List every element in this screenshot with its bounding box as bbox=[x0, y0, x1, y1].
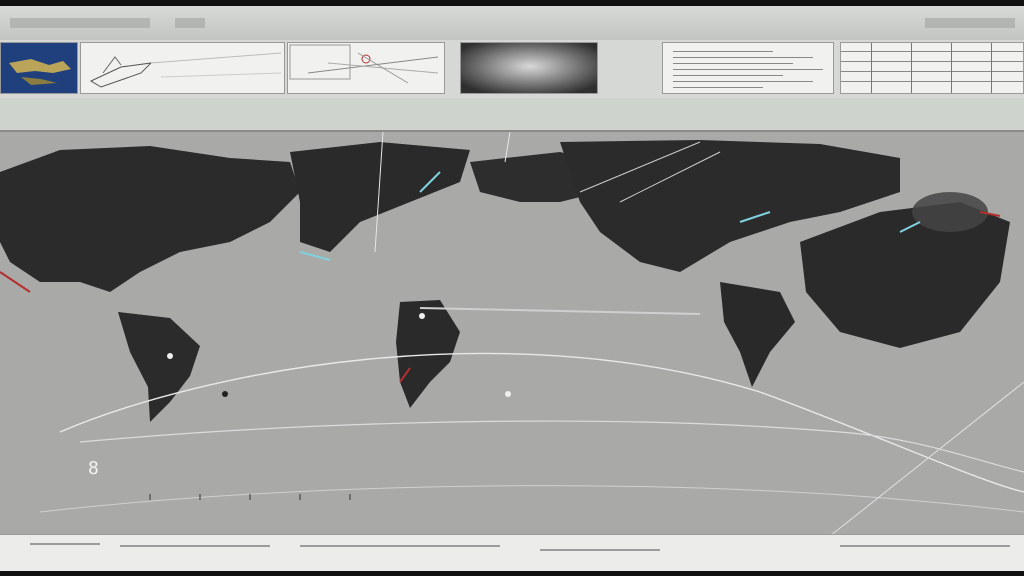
network-diagram-icon bbox=[289, 44, 439, 84]
map-marker-4 bbox=[222, 391, 228, 397]
landmass-greenland bbox=[290, 142, 470, 252]
thumb-line-sketch[interactable] bbox=[80, 42, 285, 94]
thumb-text-document[interactable] bbox=[662, 42, 834, 94]
map-marker-label: 8 bbox=[88, 458, 99, 479]
status-text-5 bbox=[840, 545, 1010, 547]
status-text-1 bbox=[30, 543, 100, 545]
map-marker-3 bbox=[505, 391, 511, 397]
route-diagonal-right bbox=[829, 381, 1024, 536]
cloud-photo-icon bbox=[461, 43, 597, 93]
status-text-3 bbox=[300, 545, 500, 547]
thumb-cloud-photo[interactable] bbox=[460, 42, 598, 94]
world-map-panel[interactable] bbox=[0, 130, 1024, 536]
route-vertical-2 bbox=[504, 132, 511, 163]
title-bar bbox=[0, 6, 1024, 41]
map-marker-2 bbox=[419, 313, 425, 319]
route-arc-main bbox=[59, 352, 1024, 493]
thumb-network-diagram[interactable] bbox=[287, 42, 445, 94]
status-bar bbox=[0, 534, 1024, 571]
thumbnail-strip bbox=[0, 40, 1024, 100]
map-marker-1 bbox=[167, 353, 173, 359]
landmass-south-america bbox=[118, 312, 200, 422]
aircraft-sketch-icon bbox=[89, 52, 282, 88]
landmass-india bbox=[720, 282, 795, 387]
title-bar-text-left bbox=[10, 18, 150, 28]
thumb-satellite-map[interactable] bbox=[0, 42, 78, 94]
title-bar-text-center bbox=[175, 18, 205, 28]
status-text-2 bbox=[120, 545, 270, 547]
title-bar-text-right bbox=[925, 18, 1015, 28]
route-horizontal-mid bbox=[419, 307, 701, 315]
route-arc-lower bbox=[79, 420, 1024, 473]
landmass-north-america bbox=[0, 146, 300, 292]
thumb-data-table[interactable] bbox=[840, 42, 1024, 94]
landmass-island-east bbox=[912, 192, 988, 232]
world-map[interactable] bbox=[0, 132, 1024, 536]
satellite-map-icon bbox=[1, 43, 77, 93]
status-text-4 bbox=[540, 549, 660, 551]
